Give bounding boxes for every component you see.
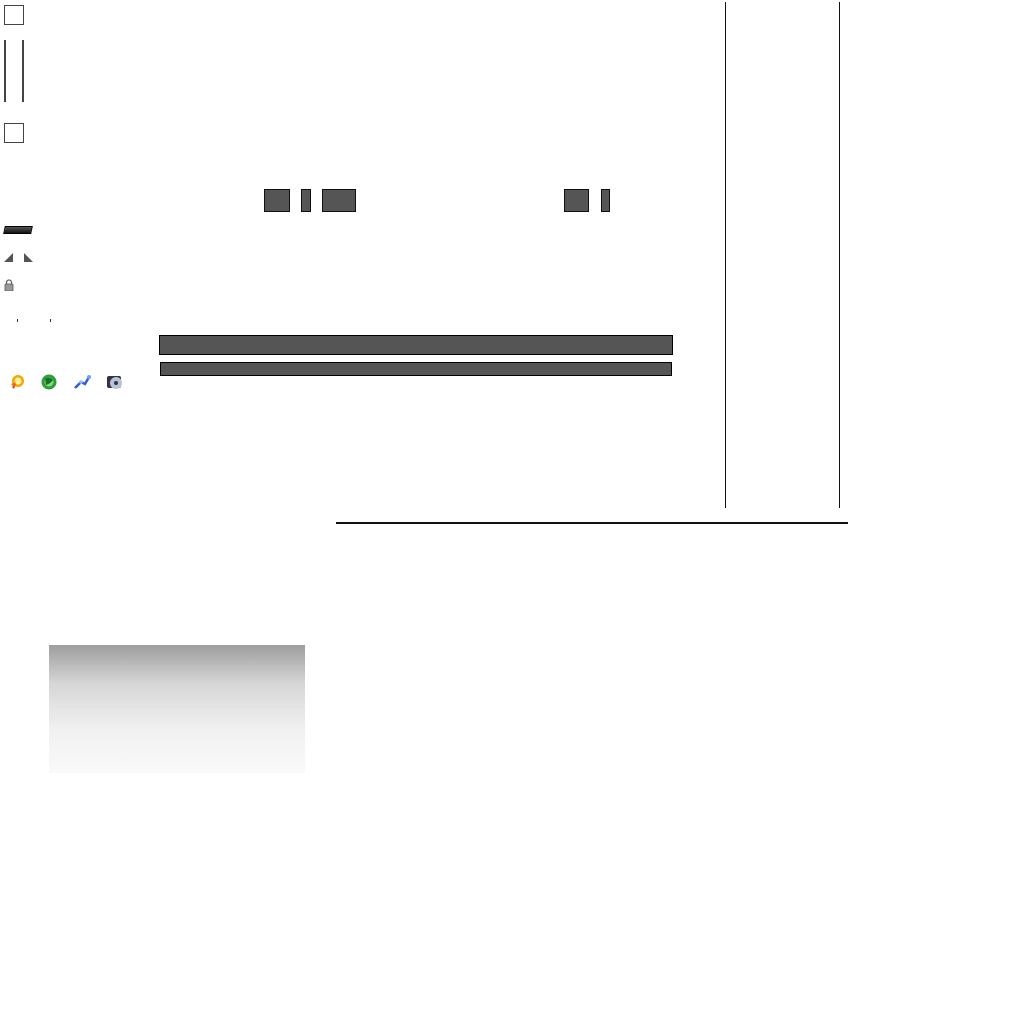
lock-icon — [4, 279, 14, 291]
gray-button-5[interactable] — [601, 189, 610, 212]
tick-mark-left — [17, 319, 18, 322]
gray-button-4[interactable] — [564, 189, 589, 212]
arrow-up-right-icon[interactable] — [24, 253, 33, 262]
checkbox-bottom[interactable] — [4, 123, 24, 143]
wide-bar-bottom[interactable] — [160, 362, 672, 376]
gradient-panel — [49, 645, 305, 773]
checkbox-top[interactable] — [4, 5, 24, 25]
scroll-track-left — [4, 40, 6, 102]
network-icon[interactable] — [73, 373, 91, 391]
horizontal-rule — [336, 522, 848, 524]
tick-mark-right — [50, 319, 51, 322]
panel-divider-left — [725, 2, 726, 508]
gray-button-1[interactable] — [264, 189, 290, 212]
disc-icon[interactable] — [106, 373, 124, 391]
arrow-up-left-icon[interactable] — [4, 253, 13, 262]
globe-icon[interactable] — [40, 373, 58, 391]
progress-bar-sprite — [3, 226, 33, 234]
gray-button-2[interactable] — [301, 189, 311, 212]
burst-icon[interactable] — [8, 373, 26, 391]
gray-button-3[interactable] — [322, 189, 356, 212]
panel-divider-right — [839, 2, 840, 508]
scroll-track-right — [22, 40, 24, 102]
wide-bar-top[interactable] — [159, 335, 673, 355]
